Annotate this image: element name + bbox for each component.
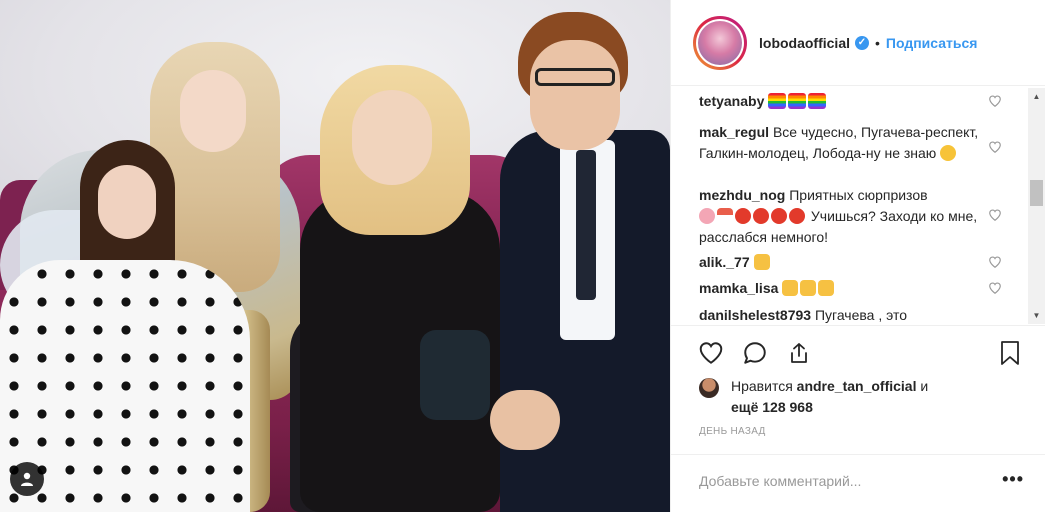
thumbs-up-icon xyxy=(818,280,835,296)
like-button[interactable] xyxy=(697,339,725,367)
bookmark-icon xyxy=(1001,341,1019,365)
comment-like-heart-icon[interactable] xyxy=(988,140,1002,154)
center-woman-face xyxy=(352,90,432,185)
more-options-button[interactable]: ••• xyxy=(1002,469,1024,490)
comment-item: mezhdu_nog Приятных сюрпризов Учишься? З… xyxy=(699,185,999,248)
comment-like-heart-icon[interactable] xyxy=(988,94,1002,108)
tomato-icon xyxy=(753,208,769,224)
scroll-up-arrow-icon[interactable]: ▲ xyxy=(1028,88,1045,105)
save-button[interactable] xyxy=(996,339,1024,367)
heart-icon xyxy=(699,342,723,364)
user-icon xyxy=(21,472,33,486)
thinking-face-icon xyxy=(940,145,957,161)
man-glasses xyxy=(535,68,615,86)
likes-prefix: Нравится xyxy=(731,378,793,394)
post-side-panel: lobodaofficial ✓ • Подписаться tetyanaby… xyxy=(670,0,1045,512)
add-comment-bar: ••• xyxy=(671,454,1045,512)
man-hand xyxy=(490,390,560,450)
girl-face xyxy=(98,165,156,239)
rainbow-flag-icon xyxy=(788,93,807,109)
sushi-icon xyxy=(717,208,733,224)
comment-username[interactable]: mamka_lisa xyxy=(699,280,778,296)
comment-like-heart-icon[interactable] xyxy=(988,208,1002,222)
handbag xyxy=(420,330,490,420)
comment-like-heart-icon[interactable] xyxy=(988,255,1002,269)
post-header: lobodaofficial ✓ • Подписаться xyxy=(671,0,1045,86)
comment-icon xyxy=(744,342,766,364)
comment-username[interactable]: danilshelest8793 xyxy=(699,307,811,323)
woman-face xyxy=(180,70,246,152)
rainbow-flag-icon xyxy=(808,93,827,109)
tomato-icon xyxy=(789,208,805,224)
man-face xyxy=(530,40,620,150)
share-icon xyxy=(791,343,807,363)
username-link[interactable]: lobodaofficial xyxy=(759,35,850,51)
comment-username[interactable]: alik._77 xyxy=(699,254,750,270)
comments-scrollbar[interactable]: ▲ ▼ xyxy=(1028,88,1045,324)
comment-like-heart-icon[interactable] xyxy=(988,281,1002,295)
share-button[interactable] xyxy=(785,339,813,367)
tomato-icon xyxy=(771,208,787,224)
scrollbar-thumb[interactable] xyxy=(1030,180,1043,206)
comments-list[interactable]: tetyanaby mak_regul Все чудесно, Пугачев… xyxy=(671,86,1045,326)
comment-username[interactable]: tetyanaby xyxy=(699,93,764,109)
liker-username[interactable]: andre_tan_official xyxy=(797,378,917,394)
comment-text: Приятных сюрпризов xyxy=(789,187,928,203)
tagged-users-button[interactable] xyxy=(10,462,44,496)
comment-username[interactable]: mak_regul xyxy=(699,124,769,140)
verified-icon: ✓ xyxy=(855,35,869,50)
add-comment-input[interactable] xyxy=(699,470,989,492)
comment-item: mak_regul Все чудесно, Пугачева-респект,… xyxy=(699,122,999,164)
thumbs-up-icon xyxy=(800,280,817,296)
brain-icon xyxy=(699,208,715,224)
likes-count-link[interactable]: ещё 128 968 xyxy=(731,399,813,415)
liker-avatar[interactable] xyxy=(699,378,719,398)
thumbs-up-icon xyxy=(782,280,799,296)
avatar-image xyxy=(698,20,742,65)
comment-item: mamka_lisa xyxy=(699,278,999,299)
comment-item: danilshelest8793 Пугачева , это xyxy=(699,305,999,325)
comment-username[interactable]: mezhdu_nog xyxy=(699,187,785,203)
comment-text: Пугачева , это xyxy=(814,307,907,323)
follow-button[interactable]: Подписаться xyxy=(886,35,978,51)
post-timestamp[interactable]: ДЕНЬ НАЗАД xyxy=(699,426,766,437)
comment-item: alik._77 xyxy=(699,252,999,273)
separator-dot: • xyxy=(875,34,880,51)
comment-button[interactable] xyxy=(741,339,769,367)
comment-item: tetyanaby xyxy=(699,91,999,112)
likes-conj: и xyxy=(920,378,929,394)
avatar[interactable] xyxy=(693,15,747,70)
post-actions xyxy=(671,330,1045,374)
man-tie xyxy=(576,150,596,300)
scroll-down-arrow-icon[interactable]: ▼ xyxy=(1028,307,1045,324)
likes-summary: Нравится andre_tan_official и ещё 128 96… xyxy=(699,376,1019,418)
tomato-icon xyxy=(735,208,751,224)
post-photo[interactable] xyxy=(0,0,670,512)
thumbs-up-icon xyxy=(753,254,770,270)
rainbow-flag-icon xyxy=(768,93,787,109)
